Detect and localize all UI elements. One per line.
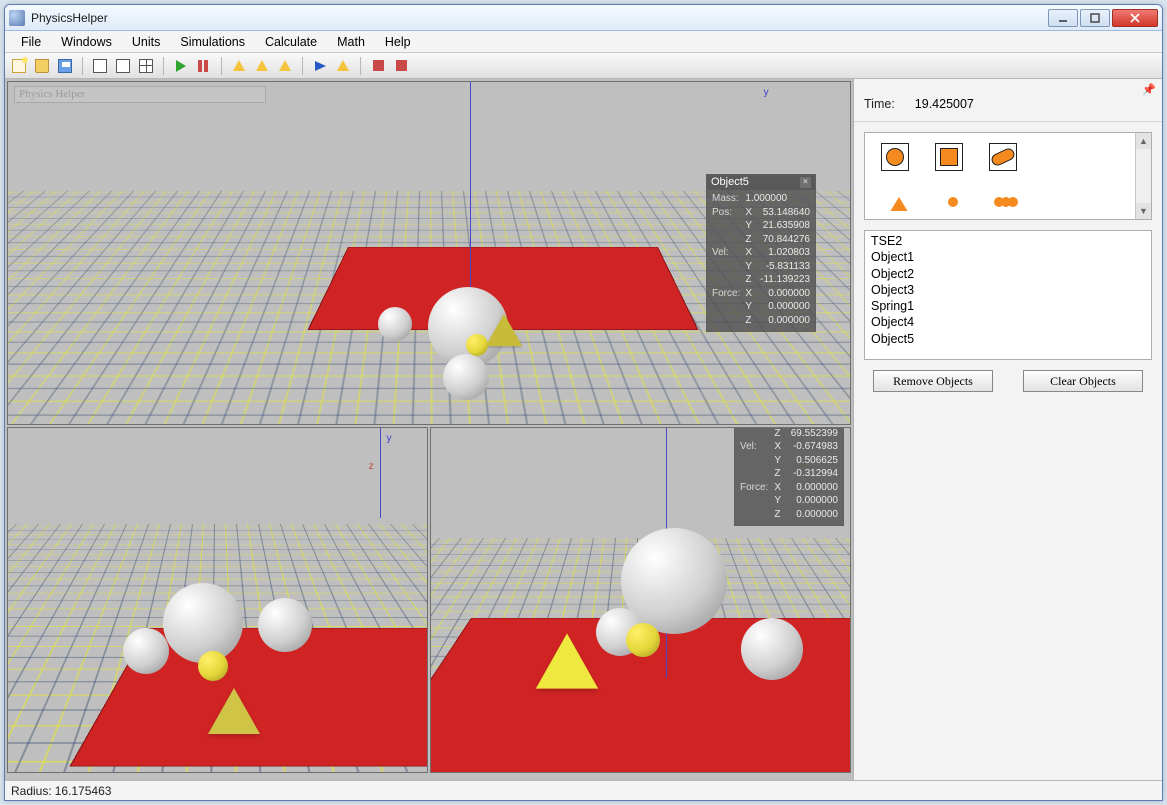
time-label: Time:	[864, 97, 895, 111]
open-icon	[35, 59, 49, 73]
viewport-watermark: Physics Helper	[14, 86, 266, 103]
menu-windows[interactable]: Windows	[51, 33, 122, 51]
list-item[interactable]: Object4	[871, 314, 1145, 330]
clear-objects-button[interactable]: Clear Objects	[1023, 370, 1143, 392]
status-radius-value: 16.175463	[55, 784, 112, 798]
palette-scrollbar[interactable]: ▲▼	[1135, 133, 1151, 219]
save-button[interactable]	[55, 56, 75, 76]
separator	[221, 57, 222, 75]
separator	[82, 57, 83, 75]
separator	[163, 57, 164, 75]
stop1-button[interactable]	[368, 56, 388, 76]
arrow-right-icon	[315, 61, 326, 71]
save-icon	[58, 59, 72, 73]
status-bar: Radius: 16.175463	[5, 780, 1162, 800]
object-list[interactable]: TSE2 Object1 Object2 Object3 Spring1 Obj…	[864, 230, 1152, 360]
list-item[interactable]: Object3	[871, 282, 1145, 298]
layout-splitv-icon	[116, 59, 130, 73]
sphere-icon	[886, 148, 904, 166]
palette-sphere[interactable]	[881, 143, 909, 171]
overlay-title: Object5	[711, 176, 749, 189]
warning3-button[interactable]	[275, 56, 295, 76]
open-button[interactable]	[32, 56, 52, 76]
viewports: y Physics Helper Object5 × Mass:1.000000…	[5, 79, 853, 780]
stop2-button[interactable]	[391, 56, 411, 76]
list-item[interactable]: Spring1	[871, 298, 1145, 314]
new-icon	[12, 59, 26, 73]
viewport-bottom-right[interactable]: x Object2 × Mass:1.000000 Pos:X13.719904	[430, 427, 851, 773]
minimize-button[interactable]	[1048, 9, 1078, 27]
step-button[interactable]	[310, 56, 330, 76]
point-icon	[948, 197, 958, 207]
warning-icon	[337, 60, 349, 71]
shape-palette: ▲▼	[864, 132, 1152, 220]
overlay-object5[interactable]: Object5 × Mass:1.000000 Pos:X53.148640 Y…	[706, 174, 816, 332]
cylinder-icon	[990, 146, 1017, 167]
warning2-button[interactable]	[252, 56, 272, 76]
viewport-bottom-left[interactable]: y z	[7, 427, 428, 773]
overlay-close-icon[interactable]: ×	[800, 177, 811, 188]
layout-single-button[interactable]	[90, 56, 110, 76]
warning-icon	[256, 60, 268, 71]
layout-quad-icon	[139, 59, 153, 73]
warning-icon	[233, 60, 245, 71]
palette-compound[interactable]	[993, 197, 1021, 211]
remove-objects-button[interactable]: Remove Objects	[873, 370, 993, 392]
layout-single-icon	[93, 59, 107, 73]
menu-math[interactable]: Math	[327, 33, 375, 51]
palette-cylinder[interactable]	[989, 143, 1017, 171]
titlebar: PhysicsHelper	[5, 5, 1162, 31]
pause-icon	[198, 60, 210, 72]
close-button[interactable]	[1112, 9, 1158, 27]
menu-help[interactable]: Help	[375, 33, 421, 51]
new-button[interactable]	[9, 56, 29, 76]
menubar: File Windows Units Simulations Calculate…	[5, 31, 1162, 53]
list-item[interactable]: Object1	[871, 249, 1145, 265]
palette-point[interactable]	[939, 197, 967, 211]
time-value: 19.425007	[915, 97, 974, 111]
status-radius-label: Radius:	[11, 784, 52, 798]
separator	[360, 57, 361, 75]
palette-cube[interactable]	[935, 143, 963, 171]
pin-icon[interactable]: 📌	[1142, 83, 1156, 96]
layout-splitv-button[interactable]	[113, 56, 133, 76]
warning4-button[interactable]	[333, 56, 353, 76]
menu-simulations[interactable]: Simulations	[170, 33, 255, 51]
play-button[interactable]	[171, 56, 191, 76]
warning-icon	[279, 60, 291, 71]
menu-calculate[interactable]: Calculate	[255, 33, 327, 51]
side-panel: 📌 Time: 19.425007 ▲▼ TSE2	[853, 79, 1162, 780]
compound-icon	[997, 197, 1018, 207]
separator	[302, 57, 303, 75]
axis-y-label: y	[386, 434, 392, 444]
app-icon	[9, 10, 25, 26]
list-item[interactable]: Object2	[871, 266, 1145, 282]
axis-y-label: y	[763, 88, 769, 98]
palette-cone[interactable]	[885, 197, 913, 211]
toolbar	[5, 53, 1162, 79]
overlay-object2[interactable]: Object2 × Mass:1.000000 Pos:X13.719904 Y…	[734, 427, 844, 526]
maximize-button[interactable]	[1080, 9, 1110, 27]
list-item[interactable]: TSE2	[871, 233, 1145, 249]
axis-z-label: z	[368, 462, 374, 472]
cube-icon	[940, 148, 958, 166]
warning1-button[interactable]	[229, 56, 249, 76]
list-item[interactable]: Object5	[871, 331, 1145, 347]
layout-quad-button[interactable]	[136, 56, 156, 76]
menu-units[interactable]: Units	[122, 33, 170, 51]
cone-icon	[888, 197, 910, 211]
pause-button[interactable]	[194, 56, 214, 76]
stop-icon	[396, 60, 407, 71]
viewport-top[interactable]: y Physics Helper Object5 × Mass:1.000000…	[7, 81, 851, 425]
stop-icon	[373, 60, 384, 71]
play-icon	[176, 60, 186, 72]
menu-file[interactable]: File	[11, 33, 51, 51]
window-title: PhysicsHelper	[31, 11, 108, 25]
